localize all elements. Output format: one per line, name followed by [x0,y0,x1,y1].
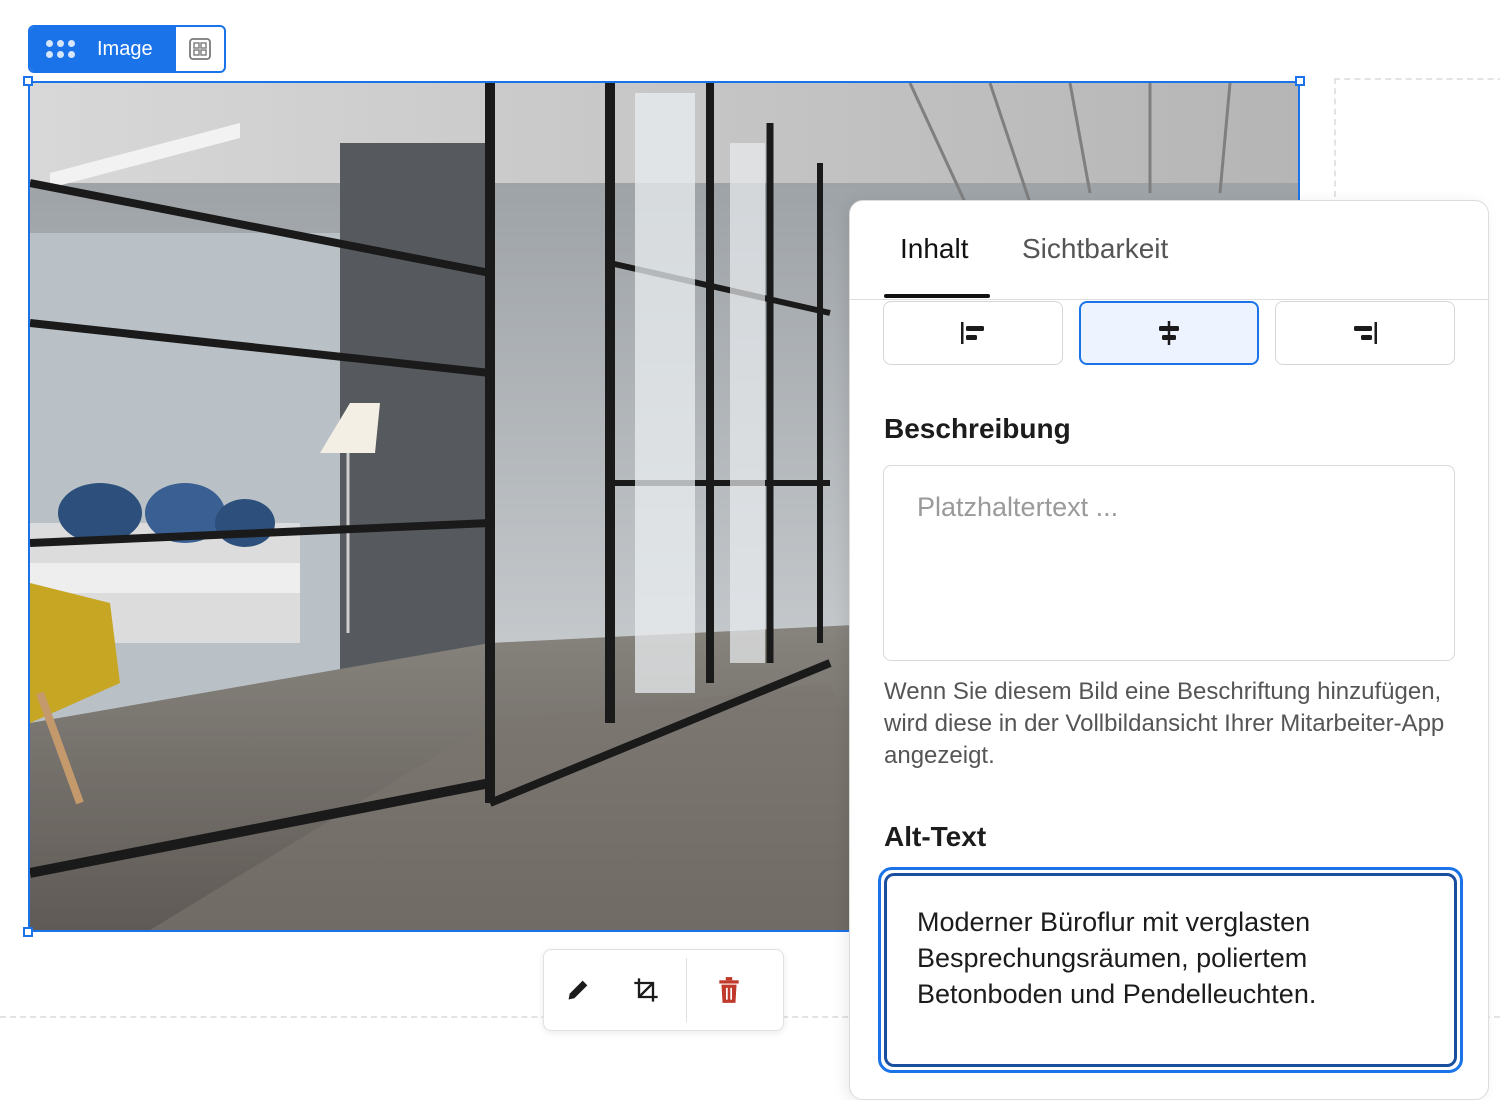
align-left-icon [961,322,984,344]
align-left-button[interactable] [883,301,1063,365]
delete-button[interactable] [695,950,763,1030]
description-label: Beschreibung [884,413,1071,444]
description-textarea[interactable]: Platzhaltertext ... [883,465,1455,661]
panel-tabs: Inhalt Sichtbarkeit [850,201,1488,300]
alignment-selector [883,301,1455,365]
resize-handle-bottom-left[interactable] [23,927,33,937]
block-type-label: Image [97,37,153,60]
alt-text-focus-ring: Moderner Büroflur mit verglasten Besprec… [878,867,1463,1073]
image-block-label: Image [28,25,226,73]
pencil-icon [568,980,588,1000]
drag-handle[interactable]: Image [30,27,176,71]
tab-inhalt[interactable]: Inhalt [900,233,969,265]
grid-icon [189,38,211,60]
edit-button[interactable] [544,950,612,1030]
description-help-text: Wenn Sie diesem Bild eine Beschriftung h… [884,678,1445,769]
align-center-icon [1159,321,1179,345]
align-right-icon [1354,322,1377,344]
crop-icon [634,978,658,1002]
alt-text-label: Alt-Text [884,821,987,852]
align-right-button[interactable] [1275,301,1455,365]
crop-button[interactable] [612,950,680,1030]
active-tab-indicator [884,294,990,298]
tab-sichtbarkeit[interactable]: Sichtbarkeit [1022,233,1168,265]
trash-icon [719,977,739,1003]
align-center-button[interactable] [1079,301,1259,365]
resize-handle-top-left[interactable] [23,76,33,86]
image-settings-panel: Inhalt Sichtbarkeit Beschreibung Platzha… [849,200,1489,1100]
image-toolbar [543,949,784,1031]
layout-grid-button[interactable] [176,27,224,71]
resize-handle-top-right[interactable] [1295,76,1305,86]
toolbar-separator [686,958,687,1022]
drag-dots-icon [46,40,75,58]
alt-text-textarea[interactable]: Moderner Büroflur mit verglasten Besprec… [884,873,1457,1067]
